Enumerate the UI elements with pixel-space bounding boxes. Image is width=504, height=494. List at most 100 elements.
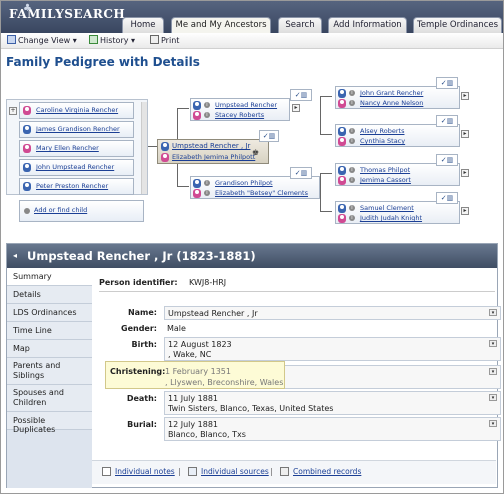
grandparent-couple-box[interactable]: i i Thomas Philpot Jemima Cassort	[335, 163, 460, 186]
check-details-icon[interactable]: ✓▥	[436, 77, 458, 89]
male-icon	[338, 89, 346, 98]
tab-add-information[interactable]: Add Information	[328, 17, 407, 34]
name-field[interactable]: Umpstead Rencher , Jr ▾	[164, 306, 501, 320]
tab-temple-ordinances[interactable]: Temple Ordinances	[413, 17, 502, 34]
child-item[interactable]: Mary Ellen Rencher	[19, 140, 134, 157]
expand-arrow-icon[interactable]: ▸	[461, 130, 469, 138]
female-icon	[338, 176, 346, 185]
history-button[interactable]: History ▾	[89, 35, 135, 46]
child-item[interactable]: Peter Preston Rencher	[19, 178, 134, 195]
death-label: Death:	[126, 394, 157, 403]
info-icon[interactable]: i	[349, 90, 355, 96]
combined-records-link[interactable]: Combined records	[293, 467, 361, 476]
child-item[interactable]: Caroline Virginia Rencher	[19, 102, 134, 119]
site-header: ♣ FAMILYSEARCH Home Me and My Ancestors S…	[1, 1, 503, 34]
christening-date: 1 February 1351	[165, 367, 231, 376]
connector-line	[320, 173, 332, 174]
male-icon	[23, 163, 31, 172]
change-view-icon	[7, 35, 16, 44]
check-details-icon[interactable]: ✓▥	[436, 115, 458, 127]
menu-spouses-and-children[interactable]: Spouses and Children	[7, 385, 92, 412]
menu-lds-ordinances[interactable]: LDS Ordinances	[7, 304, 92, 322]
burial-field[interactable]: 12 July 1881 Blanco, Blanco, Txs ▾	[164, 417, 501, 441]
dropdown-icon[interactable]: ▾	[489, 309, 497, 316]
grandparent-couple-box[interactable]: i i Alsey Roberts Cynthia Stacy	[335, 124, 460, 147]
add-child-box[interactable]: Add or find child	[19, 200, 144, 222]
expand-arrow-icon[interactable]: ▸	[461, 207, 469, 215]
male-icon	[338, 204, 346, 213]
tab-search[interactable]: Search	[278, 17, 322, 34]
info-icon[interactable]: i	[349, 177, 355, 183]
info-icon[interactable]: i	[204, 112, 210, 118]
menu-map[interactable]: Map	[7, 340, 92, 358]
burial-label: Burial:	[127, 420, 157, 429]
info-icon[interactable]: i	[349, 128, 355, 134]
grandparent-couple-box[interactable]: i i John Grant Rencher Nancy Anne Nelson	[335, 86, 460, 109]
expand-arrow-icon[interactable]: ▸	[292, 104, 300, 112]
menu-parents-and-siblings[interactable]: Parents and Siblings	[7, 358, 92, 385]
check-details-icon[interactable]: ✓▥	[290, 167, 312, 179]
child-item[interactable]: James Grandison Rencher	[19, 121, 134, 138]
gender-label: Gender:	[121, 324, 157, 333]
male-icon	[23, 182, 31, 191]
familysearch-logo[interactable]: ♣ FAMILYSEARCH	[9, 3, 125, 21]
dropdown-icon[interactable]: ▾	[489, 420, 497, 427]
combined-records-icon	[280, 467, 289, 476]
person-id-label: Person identifier:	[99, 278, 178, 287]
print-button[interactable]: Print	[150, 35, 179, 46]
family-icon[interactable]: ♚	[252, 148, 259, 157]
menu-possible-duplicates[interactable]: Possible Duplicates	[7, 412, 92, 434]
children-scrollbar[interactable]	[141, 102, 147, 194]
expand-children-icon[interactable]: +	[9, 107, 17, 115]
check-details-icon[interactable]: ✓▥	[436, 192, 458, 204]
check-details-icon[interactable]: ✓▥	[259, 130, 279, 142]
info-icon[interactable]: i	[349, 215, 355, 221]
individual-notes-link[interactable]: Individual notes	[115, 467, 175, 476]
check-details-icon[interactable]: ✓▥	[290, 89, 312, 101]
collapse-arrow-icon[interactable]: ◂	[13, 251, 17, 260]
check-details-icon[interactable]: ✓▥	[436, 154, 458, 166]
menu-details[interactable]: Details	[7, 286, 92, 304]
menu-time-line[interactable]: Time Line	[7, 322, 92, 340]
female-icon	[23, 106, 31, 115]
connector-line	[320, 96, 332, 97]
dropdown-icon[interactable]: ▾	[489, 394, 497, 401]
male-icon	[338, 166, 346, 175]
info-icon[interactable]: i	[349, 138, 355, 144]
person-id-value: KWJ8-HRJ	[189, 278, 227, 287]
death-field[interactable]: 11 July 1881 Twin Sisters, Blanco, Texas,…	[164, 391, 501, 415]
menu-summary[interactable]: Summary	[7, 268, 92, 286]
parent-couple-box[interactable]: i i Grandison Philpot Elizabeth "Betsey"…	[190, 176, 320, 199]
connector-line	[320, 96, 321, 134]
info-icon[interactable]: i	[204, 190, 210, 196]
tab-home[interactable]: Home	[122, 17, 164, 34]
expand-arrow-icon[interactable]: ▸	[461, 169, 469, 177]
christening-place: , Llyswen, Breconshire, Wales	[165, 378, 284, 387]
parent-couple-box[interactable]: i i Umpstead Rencher Stacey Roberts	[190, 98, 290, 121]
expand-arrow-icon[interactable]: ▸	[461, 92, 469, 100]
connector-line	[320, 134, 332, 135]
info-icon[interactable]: i	[349, 205, 355, 211]
individual-sources-link[interactable]: Individual sources	[201, 467, 269, 476]
info-icon[interactable]: i	[349, 100, 355, 106]
info-icon[interactable]: i	[349, 167, 355, 173]
dropdown-icon[interactable]: ▾	[489, 340, 497, 347]
dropdown-icon[interactable]: ▾	[489, 368, 497, 375]
info-icon[interactable]: i	[204, 102, 210, 108]
info-icon[interactable]: i	[204, 180, 210, 186]
history-icon	[89, 35, 98, 44]
sources-icon	[188, 467, 197, 476]
divider	[99, 291, 495, 292]
christening-highlight[interactable]: Christening: 1 February 1351 , Llyswen, …	[105, 361, 285, 389]
person-detail-panel: ◂ Umpstead Rencher , Jr (1823-1881) Summ…	[6, 243, 501, 488]
child-item[interactable]: John Umpstead Rencher	[19, 159, 134, 176]
person-heading: Umpstead Rencher , Jr (1823-1881)	[27, 249, 256, 263]
male-icon	[161, 142, 169, 151]
print-icon	[150, 35, 159, 44]
tab-me-and-my-ancestors[interactable]: Me and My Ancestors	[171, 17, 271, 34]
detail-header: ◂ Umpstead Rencher , Jr (1823-1881)	[7, 244, 497, 268]
grandparent-couple-box[interactable]: i i Samuel Clement Judith Judah Knight	[335, 201, 460, 224]
birth-field[interactable]: 12 August 1823, Wake, NC ▾	[164, 337, 501, 361]
change-view-button[interactable]: Change View ▾	[7, 35, 77, 46]
female-icon	[193, 189, 201, 198]
